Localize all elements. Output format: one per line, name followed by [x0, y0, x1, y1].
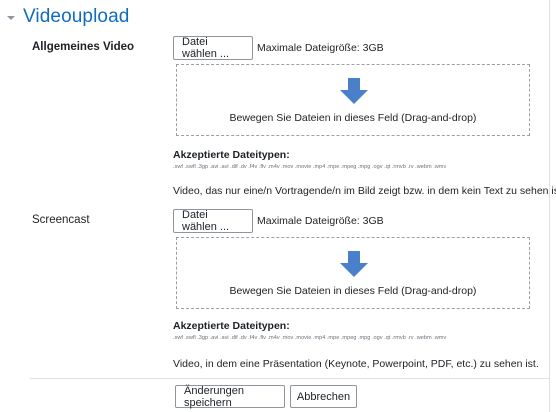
arrow-down-icon [340, 78, 368, 104]
general-video-choose-file-button[interactable]: Datei wählen ... [173, 36, 253, 60]
screencast-accepted-label: Akzeptierte Dateitypen: [173, 320, 290, 332]
screencast-dropzone[interactable]: Bewegen Sie Dateien in dieses Feld (Drag… [176, 237, 530, 309]
form-right-border [549, 0, 550, 412]
general-video-help-text: Video, das nur eine/n Vortragende/n im B… [173, 185, 556, 197]
form-divider [30, 378, 550, 379]
general-video-drop-text: Bewegen Sie Dateien in dieses Feld (Drag… [229, 112, 477, 124]
screencast-choose-file-button[interactable]: Datei wählen ... [173, 209, 253, 233]
section-header-videoupload[interactable]: Videoupload [6, 5, 129, 29]
arrow-down-icon [340, 251, 368, 277]
general-video-max-size: Maximale Dateigröße: 3GB [257, 42, 384, 54]
chevron-down-icon[interactable] [6, 13, 16, 23]
general-video-accepted-label: Akzeptierte Dateitypen: [173, 149, 290, 161]
screencast-max-size: Maximale Dateigröße: 3GB [257, 215, 384, 227]
general-video-dropzone[interactable]: Bewegen Sie Dateien in dieses Feld (Drag… [176, 64, 530, 136]
screencast-accepted-types: .swf .swfl .3gp .avi .avi .dif .dv .f4v … [173, 335, 447, 341]
general-video-label: Allgemeines Video [32, 41, 135, 53]
screencast-label: Screencast [32, 214, 90, 226]
screencast-drop-text: Bewegen Sie Dateien in dieses Feld (Drag… [229, 285, 477, 297]
cancel-button[interactable]: Abbrechen [290, 385, 357, 408]
screencast-help-text: Video, in dem eine Präsentation (Keynote… [173, 358, 539, 370]
general-video-accepted-types: .swf .swfl .3gp .avi .avi .dif .dv .f4v … [173, 164, 447, 170]
section-title: Videoupload [23, 6, 130, 27]
save-changes-button[interactable]: Änderungen speichern [175, 385, 285, 409]
